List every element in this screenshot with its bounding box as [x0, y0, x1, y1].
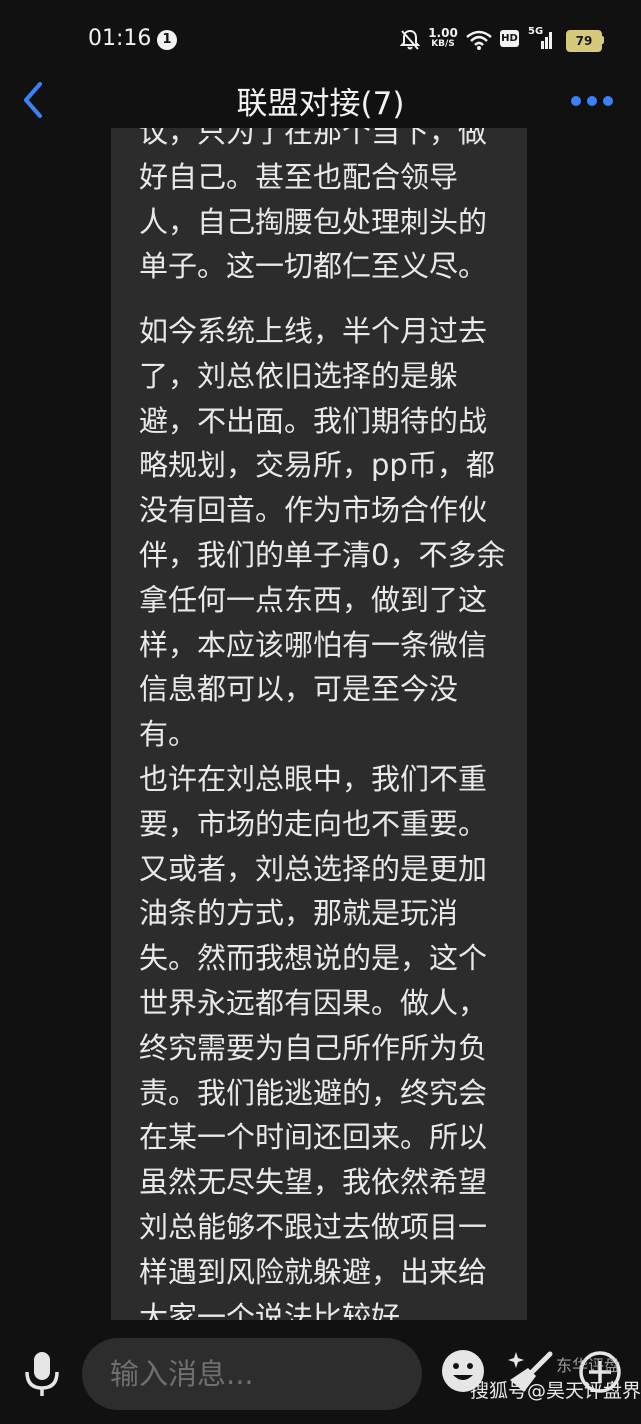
message-line: 终究需要为自己所作所为负: [139, 1030, 488, 1065]
message-line: 略规划，交易所，pp币，都: [139, 448, 495, 483]
message-line: 没有回音。作为市场合作伙: [139, 493, 488, 528]
mute-bell-icon: [399, 29, 421, 55]
status-time: 01:16: [88, 26, 152, 51]
message-line: 失。然而我想说的是，这个: [139, 941, 488, 976]
message-line: 单子。这一切都仁至义尽。: [139, 249, 488, 284]
message-line: 又或者，刘总选择的是更加: [139, 851, 488, 886]
status-bar: 01:16 1 1.00 KB/S HD 5G 79: [0, 0, 641, 80]
message-line: 拿任何一点东西，做到了这: [139, 582, 488, 617]
message-line: 大家一个说法比较好。: [139, 1299, 430, 1320]
message-line: 在某一个时间还回来。所以: [139, 1120, 488, 1155]
message-line: 样，本应该哪怕有一条微信: [139, 627, 488, 662]
message-paragraph-3: 也许在刘总眼中，我们不重 要，市场的走向也不重要。 又或者，刘总选择的是更加 油…: [139, 757, 519, 1320]
message-input[interactable]: 输入消息...: [82, 1338, 422, 1410]
message-line: 了，刘总依旧选择的是躲: [139, 358, 459, 393]
message-line: 人，自己掏腰包处理刺头的: [139, 204, 488, 239]
message-line: 信息都可以，可是至今没: [139, 672, 459, 707]
network-speed: 1.00 KB/S: [428, 26, 458, 50]
message-line: 油条的方式，那就是玩消: [139, 896, 459, 931]
message-line: 世界永远都有因果。做人，: [139, 985, 488, 1020]
network-speed-value: 1.00: [428, 26, 458, 40]
battery-icon: 79: [566, 30, 602, 52]
message-line: 伴，我们的单子清0，不多余: [139, 537, 506, 572]
message-line: 责。我们能逃避的，终究会: [139, 1075, 488, 1110]
message-line: 刘总能够不跟过去做项目一: [139, 1209, 488, 1244]
message-line: 也许在刘总眼中，我们不重: [139, 762, 488, 796]
message-line: 虽然无尽失望，我依然希望: [139, 1165, 488, 1200]
watermark-overlay: 东华评盘: [556, 1356, 621, 1375]
battery-tip: [601, 36, 604, 44]
message-line: 有。: [139, 717, 198, 752]
hd-voice-icon: HD: [500, 30, 519, 47]
message-line: 要，市场的走向也不重要。: [139, 806, 488, 841]
message-line: 议，只为了在那个当下，做: [139, 128, 488, 149]
more-options-icon[interactable]: [570, 92, 614, 111]
message-line: 好自己。甚至也配合领导: [139, 159, 459, 194]
chat-title: 联盟对接(7): [236, 86, 405, 122]
watermark-text: 搜狐号@昊天评盘界: [470, 1380, 641, 1402]
message-line: 样遇到风险就躲避，出来给: [139, 1254, 488, 1289]
message-line: 如今系统上线，半个月过去: [139, 314, 488, 348]
message-line: 避，不出面。我们期待的战: [139, 403, 488, 438]
message-paragraph-1: 议，只为了在那个当下，做 好自己。甚至也配合领导 人，自己掏腰包处理刺头的 单子…: [139, 128, 519, 289]
message-bubble[interactable]: 议，只为了在那个当下，做 好自己。甚至也配合领导 人，自己掏腰包处理刺头的 单子…: [111, 128, 527, 1320]
signal-strength-icon: [530, 29, 554, 53]
message-paragraph-2: 如今系统上线，半个月过去 了，刘总依旧选择的是躲 避，不出面。我们期待的战 略规…: [139, 309, 519, 757]
network-speed-unit: KB/S: [431, 39, 455, 49]
notification-count-badge: 1: [157, 30, 177, 50]
microphone-icon[interactable]: [22, 1350, 62, 1402]
chat-header: 联盟对接(7): [0, 72, 641, 128]
wifi-icon: [466, 30, 492, 54]
